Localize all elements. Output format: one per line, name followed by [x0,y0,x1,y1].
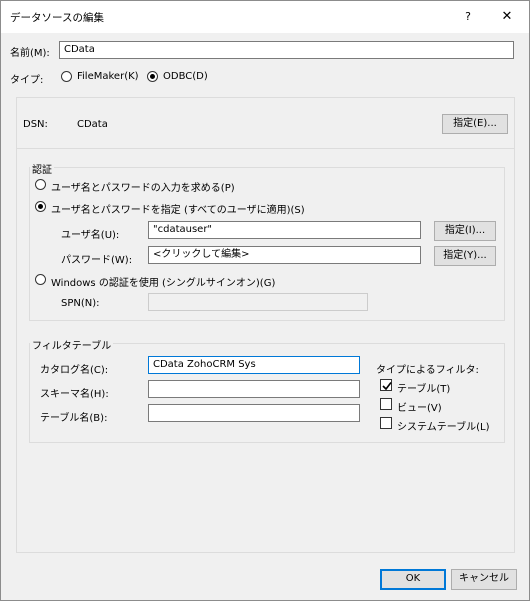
auth-prompt-label: ユーザ名とパスワードの入力を求める(P) [51,183,235,194]
type-filemaker-radio[interactable] [61,71,72,82]
auth-specify-radio[interactable] [35,201,46,212]
password-input[interactable]: <クリックして編集> [148,246,421,264]
spn-input[interactable] [148,293,368,311]
auth-windows-label: Windows の認証を使用 (シングルサインオン)(G) [51,278,276,289]
catalog-input[interactable]: CData ZohoCRM Sys [148,356,360,374]
name-label: 名前(M): [10,48,50,59]
name-input[interactable]: CData [59,41,514,59]
auth-windows-radio[interactable] [35,274,46,285]
filter-table-label: テーブル(T) [397,384,451,395]
filter-system-table-label: システムテーブル(L) [397,422,490,433]
filter-table-checkbox[interactable] [380,379,392,391]
catalog-label: カタログ名(C): [40,365,109,376]
type-odbc-label: ODBC(D) [163,71,208,82]
schema-label: スキーマ名(H): [40,389,109,400]
table-input[interactable] [148,404,360,422]
type-filemaker-label: FileMaker(K) [77,71,139,82]
close-icon[interactable]: ✕ [493,7,521,27]
auth-prompt-radio[interactable] [35,179,46,190]
filter-group-title: フィルタテーブル [30,337,114,352]
dsn-label: DSN: [23,119,48,130]
checkmark-icon [382,382,392,391]
settings-panel [16,97,515,553]
type-odbc-radio[interactable] [147,71,158,82]
password-specify-button[interactable]: 指定(Y)... [434,246,496,266]
filter-view-checkbox[interactable] [380,398,392,410]
type-filter-label: タイプによるフィルタ: [376,365,479,376]
username-label: ユーザ名(U): [61,230,120,241]
auth-group-title: 認証 [30,161,54,176]
help-icon[interactable]: ? [456,7,480,27]
filter-system-table-checkbox[interactable] [380,417,392,429]
filter-view-label: ビュー(V) [397,403,442,414]
spn-label: SPN(N): [61,298,100,309]
auth-specify-label: ユーザ名とパスワードを指定 (すべてのユーザに適用)(S) [51,205,305,216]
username-input[interactable]: "cdatauser" [148,221,421,239]
username-specify-button[interactable]: 指定(I)... [434,221,496,241]
title-bar: データソースの編集 ? ✕ [1,1,529,33]
table-label: テーブル名(B): [40,413,108,424]
type-label: タイプ: [10,75,44,86]
password-label: パスワード(W): [61,255,133,266]
dsn-value: CData [77,119,108,130]
dsn-specify-button[interactable]: 指定(E)... [442,114,508,134]
window-title: データソースの編集 [10,12,104,24]
cancel-button[interactable]: キャンセル [451,569,517,590]
dsn-separator [17,148,514,149]
edit-data-source-dialog: データソースの編集 ? ✕ 名前(M): CData タイプ: FileMake… [0,0,530,601]
ok-button[interactable]: OK [380,569,446,590]
schema-input[interactable] [148,380,360,398]
